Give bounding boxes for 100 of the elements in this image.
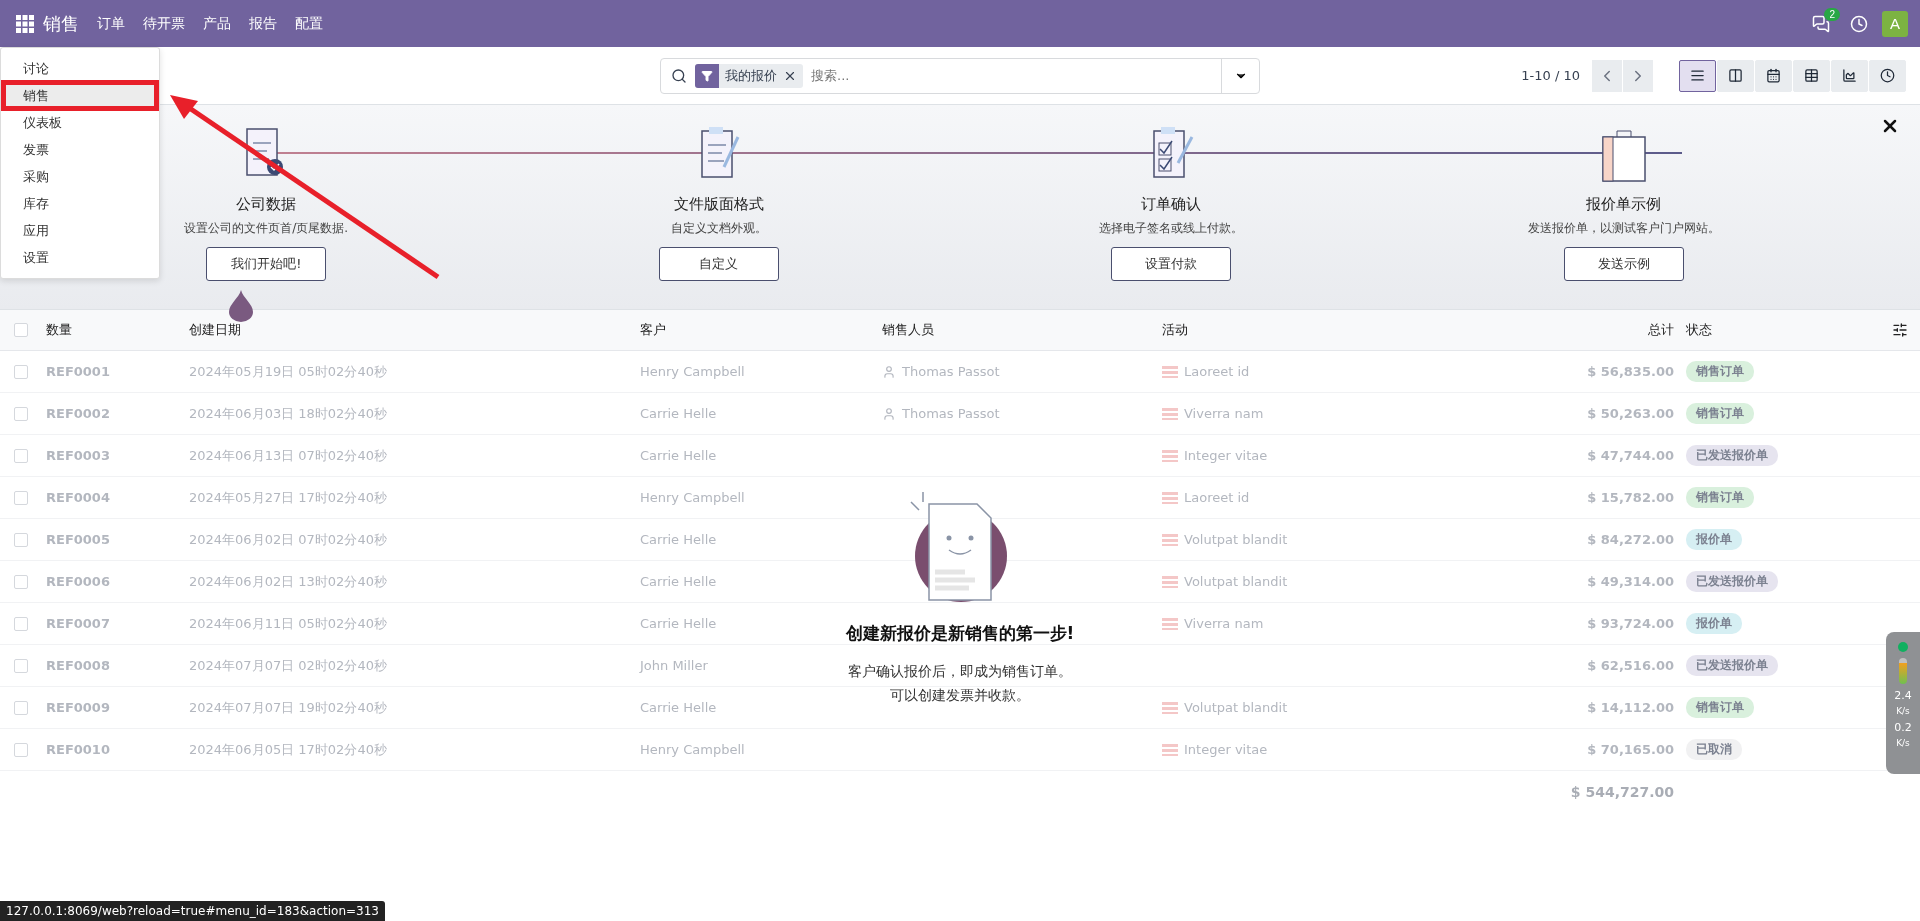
activity-name: Viverra nam [1184,406,1264,421]
total-cell-text: $ 50,263.00 [1586,406,1675,421]
step-button[interactable]: 自定义 [658,247,779,281]
salesperson-name: Thomas Passot [902,406,1000,421]
date-cell-text: 2024年06月02日 13时02分40秒 [188,572,388,591]
step-description: 自定义文档外观。 [670,220,767,237]
step-description: 选择电子签名或线上付款。 [1099,220,1244,237]
step-title: 订单确认 [1141,195,1202,214]
status-tag: 已发送报价单 [1686,571,1778,592]
kanban-view-button[interactable] [1717,59,1754,92]
empty-state-text: 客户确认报价后，即成为销售订单。 [848,663,1072,681]
pivot-view-icon [1804,68,1819,83]
graph-view-button[interactable] [1831,59,1868,92]
activity-icon [1162,575,1178,588]
nav-menu-item[interactable]: 报告 [240,0,286,47]
app-name[interactable]: 销售 [34,0,88,47]
app-grid-icon[interactable] [16,14,34,33]
empty-state-text: 可以创建发票并收款。 [890,687,1030,705]
status-tag: 报价单 [1686,529,1742,550]
activity-name: Laoreet id [1184,490,1250,505]
row-checkbox[interactable] [14,490,28,505]
column-header[interactable]: 活动 [1156,321,1540,339]
next-page-button[interactable] [1623,59,1653,92]
salesperson-name: Thomas Passot [902,364,1000,379]
step-title: 文件版面格式 [673,195,764,214]
reference-cell-text: REF0006 [45,574,111,589]
column-header[interactable]: 客户 [634,321,876,339]
step-button[interactable]: 我们开始吧! [206,247,327,281]
row-checkbox[interactable] [14,364,28,379]
nav-menu-item[interactable]: 待开票 [134,0,194,47]
status-tag: 报价单 [1686,613,1742,634]
list-view-button[interactable] [1679,59,1716,92]
app-menu-item[interactable]: 讨论 [3,55,157,82]
message-count-badge: 2 [1824,8,1840,21]
app-menu-item[interactable]: 设置 [3,244,157,271]
row-checkbox[interactable] [14,406,28,421]
row-checkbox[interactable] [14,658,28,673]
column-header[interactable]: 总计 [1540,321,1680,339]
pager-value[interactable]: 1-10 / 10 [1521,68,1580,83]
activity-name: Integer vitae [1184,448,1268,463]
app-menu-item[interactable]: 库存 [3,190,157,217]
gauge-icon [1899,658,1907,684]
app-menu-item[interactable]: 采购 [3,163,157,190]
reference-cell-text: REF0003 [45,448,111,463]
customer-cell-text: Henry Campbell [639,490,746,505]
activity-icon [1162,407,1178,420]
activity-name: Volutpat blandit [1184,574,1288,589]
pivot-view-button[interactable] [1793,59,1830,92]
activity-name: Volutpat blandit [1184,700,1288,715]
search-icon [671,67,687,84]
nav-menu-item[interactable]: 配置 [286,0,332,47]
app-menu-item[interactable]: 销售 [3,82,157,109]
nav-menu-item[interactable]: 订单 [88,0,134,47]
row-checkbox[interactable] [14,616,28,631]
app-menu-item[interactable]: 发票 [3,136,157,163]
column-settings-icon[interactable] [1892,322,1908,338]
reference-cell-text: REF0004 [45,490,111,505]
download-speed: 0.2 [1894,722,1912,733]
total-cell-text: $ 15,782.00 [1586,490,1675,505]
nav-menu-item[interactable]: 产品 [194,0,240,47]
status-url: 127.0.0.1:8069/web?reload=true#menu_id=183&action=313 [0,901,385,921]
activity-icon [1162,617,1178,630]
reference-cell-text: REF0007 [45,616,111,631]
clock-icon [1850,14,1868,33]
column-header[interactable]: 数量 [40,321,183,339]
step-button[interactable]: 设置付款 [1111,247,1232,281]
column-header[interactable]: 销售人员 [876,321,1156,339]
row-checkbox[interactable] [14,532,28,547]
activity-view-button[interactable] [1869,59,1906,92]
select-all-checkbox[interactable] [14,323,28,337]
reference-cell-text: REF0002 [45,406,111,421]
app-menu-item[interactable]: 仪表板 [3,109,157,136]
reference-cell-text: REF0001 [45,364,111,379]
column-header[interactable]: 状态 [1680,321,1880,339]
customer-cell-text: Carrie Helle [639,616,718,631]
column-header[interactable]: 创建日期 [183,321,634,339]
search-field[interactable]: 我的报价 搜索... [660,57,1260,94]
total-cell-text: $ 84,272.00 [1586,532,1675,547]
activity-icon [1162,743,1178,756]
row-checkbox[interactable] [14,742,28,757]
customer-cell-text: Carrie Helle [639,406,718,421]
total-cell-text: $ 56,835.00 [1586,364,1675,379]
person-icon [882,406,896,421]
previous-page-button[interactable] [1592,59,1622,92]
date-cell-text: 2024年05月19日 05时02分40秒 [188,362,388,381]
search-input[interactable]: 搜索... [803,67,1221,84]
app-menu-item[interactable]: 应用 [3,217,157,244]
row-checkbox[interactable] [14,700,28,715]
step-button[interactable]: 发送示例 [1563,247,1684,281]
upload-speed: 2.4 [1894,690,1912,701]
grand-total: $ 544,727.00 [1569,784,1675,800]
row-checkbox[interactable] [14,574,28,589]
calendar-view-button[interactable] [1755,59,1792,92]
status-dot-icon [1898,642,1908,652]
activity-name: Volutpat blandit [1184,532,1288,547]
status-tag: 已发送报价单 [1686,655,1778,676]
customer-cell-text: Henry Campbell [639,742,746,757]
upload-unit: K/s [1896,707,1910,716]
row-checkbox[interactable] [14,448,28,463]
date-cell-text: 2024年07月07日 02时02分40秒 [188,656,388,675]
